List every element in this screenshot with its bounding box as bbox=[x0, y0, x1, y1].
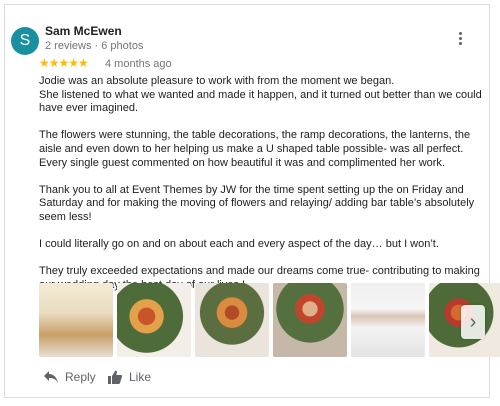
review-photo[interactable] bbox=[273, 283, 347, 357]
review-photo[interactable] bbox=[117, 283, 191, 357]
review-paragraph: The flowers were stunning, the table dec… bbox=[39, 129, 471, 169]
thumbs-up-icon bbox=[107, 369, 123, 385]
author-name[interactable]: Sam McEwen bbox=[45, 24, 122, 38]
more-vert-icon[interactable] bbox=[459, 32, 463, 46]
author-meta: 2 reviews · 6 photos bbox=[45, 40, 144, 52]
review-card: S Sam McEwen 2 reviews · 6 photos ★★★★★ … bbox=[4, 4, 500, 398]
next-photos-button[interactable]: › bbox=[461, 305, 485, 339]
reply-button[interactable]: Reply bbox=[43, 367, 96, 387]
review-photo[interactable] bbox=[39, 283, 113, 357]
review-paragraph: Thank you to all at Event Themes by JW f… bbox=[39, 183, 475, 223]
review-photo[interactable] bbox=[351, 283, 425, 357]
like-label: Like bbox=[129, 370, 152, 384]
star-rating: ★★★★★ bbox=[39, 56, 89, 70]
review-paragraph: Jodie was an absolute pleasure to work w… bbox=[39, 75, 482, 115]
reply-arrow-icon bbox=[43, 370, 59, 384]
avatar[interactable]: S bbox=[11, 27, 39, 55]
review-text: Jodie was an absolute pleasure to work w… bbox=[39, 75, 485, 306]
review-photo[interactable] bbox=[195, 283, 269, 357]
review-time: 4 months ago bbox=[105, 58, 172, 70]
review-paragraph: I could literally go on and on about eac… bbox=[39, 238, 439, 251]
like-button[interactable]: Like bbox=[107, 367, 151, 387]
photo-strip bbox=[39, 283, 500, 357]
chevron-right-icon: › bbox=[469, 311, 477, 333]
reply-label: Reply bbox=[65, 370, 96, 384]
